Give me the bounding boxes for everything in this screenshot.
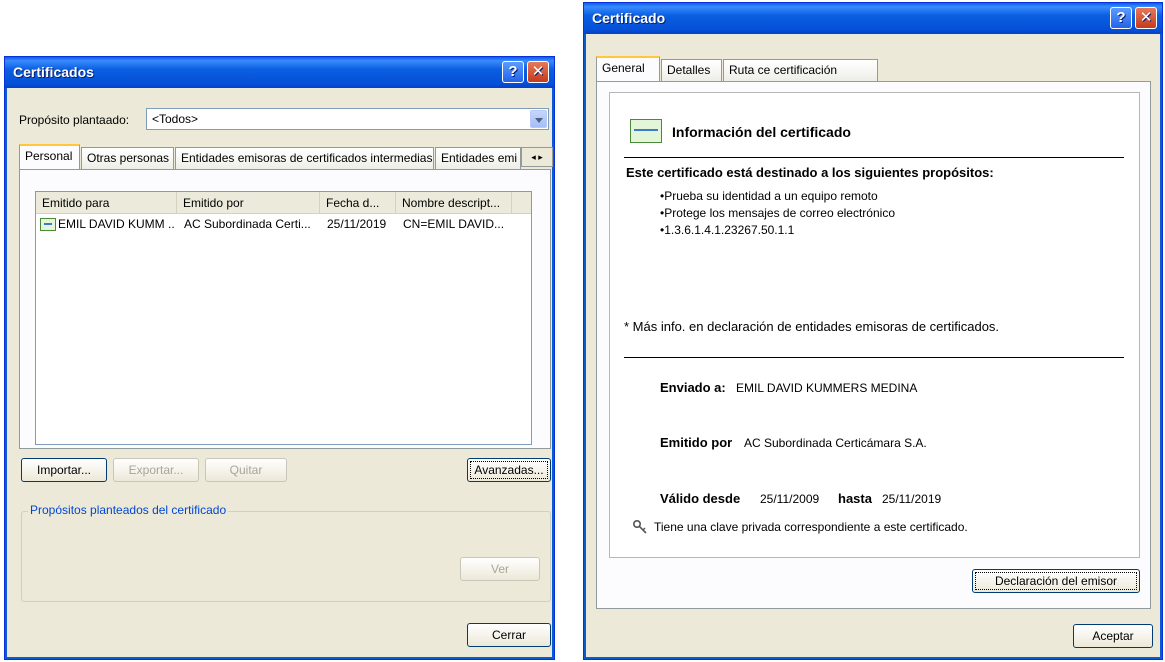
tab-certification-path[interactable]: Ruta ce certificación bbox=[723, 59, 878, 81]
certificate-info-box: Información del certificado Este certifi… bbox=[609, 92, 1140, 558]
close-window-button[interactable]: ✕ bbox=[1135, 7, 1157, 29]
purpose-item: •1.3.6.1.4.1.23267.50.1.1 bbox=[660, 223, 795, 237]
close-window-button[interactable]: ✕ bbox=[527, 61, 549, 83]
certificates-list[interactable]: Emitido para Emitido por Fecha d... Nomb… bbox=[35, 191, 532, 445]
cell-issued-by: AC Subordinada Certi... bbox=[184, 217, 311, 231]
column-issued-by[interactable]: Emitido por bbox=[177, 192, 320, 214]
list-header: Emitido para Emitido por Fecha d... Nomb… bbox=[36, 192, 531, 214]
purpose-item: •Prueba su identidad a un equipo remoto bbox=[660, 189, 878, 203]
close-icon: ✕ bbox=[1139, 9, 1153, 26]
tab-details[interactable]: Detalles bbox=[661, 59, 722, 81]
valid-from-value: 25/11/2009 bbox=[760, 492, 820, 506]
purpose-select-value: <Todos> bbox=[152, 112, 199, 126]
scroll-right-icon[interactable]: ▸ bbox=[538, 152, 543, 162]
divider bbox=[624, 357, 1124, 358]
purposes-group-label: Propósitos planteados del certificado bbox=[28, 503, 229, 517]
cell-friendly-name: CN=EMIL DAVID... bbox=[403, 217, 505, 231]
purpose-item: •Protege los mensajes de correo electrón… bbox=[660, 206, 895, 220]
cell-date: 25/11/2019 bbox=[327, 217, 387, 231]
valid-to-label: hasta bbox=[838, 491, 872, 506]
view-button[interactable]: Ver bbox=[460, 557, 540, 581]
valid-from-label: Válido desde bbox=[660, 491, 741, 506]
help-button[interactable]: ? bbox=[1110, 7, 1132, 29]
tab-authorities[interactable]: Entidades emi bbox=[435, 147, 521, 169]
key-icon bbox=[632, 519, 648, 535]
tab-panel: Emitido para Emitido por Fecha d... Nomb… bbox=[19, 169, 551, 449]
purpose-select[interactable]: <Todos> bbox=[146, 108, 549, 130]
dropdown-arrow-button[interactable] bbox=[530, 110, 547, 128]
sent-to-value: EMIL DAVID KUMMERS MEDINA bbox=[736, 381, 918, 395]
column-friendly-name[interactable]: Nombre descript... bbox=[396, 192, 512, 214]
certificate-tabs: Personal Otras personas Entidades emisor… bbox=[19, 144, 553, 169]
column-expiration-date[interactable]: Fecha d... bbox=[320, 192, 396, 214]
help-icon: ? bbox=[508, 63, 518, 80]
tab-scroll-buttons[interactable]: ◂ ▸ bbox=[521, 147, 553, 167]
certificate-icon bbox=[40, 218, 56, 231]
close-icon: ✕ bbox=[531, 63, 545, 80]
purpose-label: Propósito plantaado: bbox=[19, 113, 130, 127]
window-title: Certificado bbox=[592, 10, 666, 26]
issued-by-label: Emitido por bbox=[660, 435, 733, 450]
certificate-window: Certificado ? ✕ General Detalles Ruta ce… bbox=[583, 2, 1163, 660]
divider bbox=[624, 157, 1124, 158]
export-button[interactable]: Exportar... bbox=[113, 458, 199, 482]
column-issued-to[interactable]: Emitido para bbox=[36, 192, 177, 214]
scroll-left-icon[interactable]: ◂ bbox=[531, 152, 536, 162]
issuer-statement-button[interactable]: Declaración del emisor bbox=[972, 569, 1140, 593]
close-button[interactable]: Cerrar bbox=[467, 623, 551, 647]
certificate-icon bbox=[630, 119, 662, 143]
chevron-down-icon bbox=[535, 118, 543, 123]
purposes-group: Propósitos planteados del certificado Ve… bbox=[21, 503, 551, 602]
certificates-window: Certificados ? ✕ Propósito plantaado: <T… bbox=[4, 56, 555, 660]
private-key-note: Tiene una clave privada correspondiente … bbox=[654, 520, 968, 534]
accept-button[interactable]: Aceptar bbox=[1073, 624, 1153, 648]
window-title: Certificados bbox=[13, 64, 94, 80]
import-button[interactable]: Importar... bbox=[21, 458, 107, 482]
remove-button[interactable]: Quitar bbox=[205, 458, 287, 482]
purposes-heading: Este certificado está destinado a los si… bbox=[626, 165, 994, 180]
tab-general[interactable]: General bbox=[596, 56, 660, 81]
certificate-titlebar[interactable]: Certificado ? ✕ bbox=[584, 3, 1162, 34]
help-button[interactable]: ? bbox=[502, 61, 524, 83]
advanced-button[interactable]: Avanzadas... bbox=[467, 458, 551, 482]
tab-intermediate-authorities[interactable]: Entidades emisoras de certificados inter… bbox=[175, 147, 434, 169]
tab-personal[interactable]: Personal bbox=[19, 144, 80, 169]
more-info-text: * Más info. en declaración de entidades … bbox=[624, 319, 1000, 334]
issued-by-value: AC Subordinada Certicámara S.A. bbox=[744, 436, 927, 450]
cell-issued-to: EMIL DAVID KUMM .. bbox=[58, 217, 175, 231]
sent-to-label: Enviado a: bbox=[660, 380, 726, 395]
tab-panel: Información del certificado Este certifi… bbox=[596, 81, 1151, 609]
info-title: Información del certificado bbox=[672, 124, 851, 140]
valid-to-value: 25/11/2019 bbox=[882, 492, 942, 506]
certificates-titlebar[interactable]: Certificados ? ✕ bbox=[5, 57, 554, 88]
certificate-tabs: General Detalles Ruta ce certificación bbox=[596, 56, 896, 81]
help-icon: ? bbox=[1116, 9, 1126, 26]
tab-other-people[interactable]: Otras personas bbox=[81, 147, 174, 169]
